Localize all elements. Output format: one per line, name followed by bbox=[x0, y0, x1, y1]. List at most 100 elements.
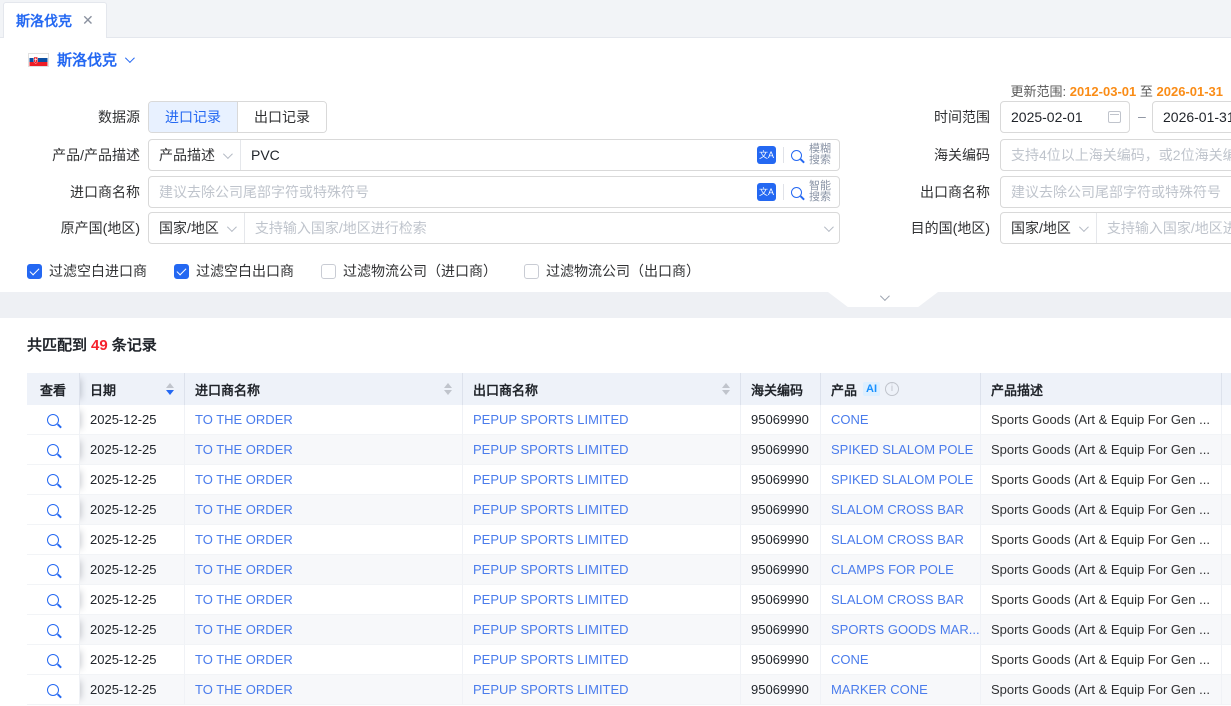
destination-input[interactable] bbox=[1097, 213, 1231, 243]
view-magnifier-icon[interactable] bbox=[47, 444, 59, 456]
result-count: 49 bbox=[87, 337, 112, 354]
checkbox-unchecked-icon[interactable] bbox=[524, 264, 539, 279]
filter-logistics-exporter[interactable]: 过滤物流公司（出口商） bbox=[524, 261, 700, 281]
date-end-input[interactable]: 2026-01-31 bbox=[1152, 101, 1231, 133]
translate-icon[interactable]: 文A bbox=[757, 146, 776, 164]
exporter-link[interactable]: PEPUP SPORTS LIMITED bbox=[463, 585, 741, 615]
exporter-link[interactable]: PEPUP SPORTS LIMITED bbox=[463, 495, 741, 525]
importer-link[interactable]: TO THE ORDER bbox=[185, 495, 463, 525]
date-cell: 2025-12-25 bbox=[80, 645, 185, 675]
importer-suffix: 文A 智能搜索 bbox=[753, 177, 839, 207]
view-magnifier-icon[interactable] bbox=[47, 594, 59, 606]
description-cell: Sports Goods (Art & Equip For Gen ... bbox=[981, 405, 1222, 435]
product-link[interactable]: CLAMPS FOR POLE bbox=[821, 555, 981, 585]
product-link[interactable]: SPIKED SLALOM POLE bbox=[821, 465, 981, 495]
view-magnifier-icon[interactable] bbox=[47, 414, 59, 426]
table-body: 2025-12-25 TO THE ORDER PEPUP SPORTS LIM… bbox=[27, 405, 1231, 705]
data-source-toggle: 进口记录 出口记录 bbox=[148, 101, 327, 133]
importer-link[interactable]: TO THE ORDER bbox=[185, 675, 463, 705]
fuzzy-search-icon[interactable] bbox=[791, 150, 802, 161]
truncated-cell: … bbox=[1222, 405, 1231, 435]
product-search-input[interactable] bbox=[241, 140, 753, 170]
col-hs-code: 海关编码 bbox=[741, 373, 821, 405]
view-magnifier-icon[interactable] bbox=[47, 564, 59, 576]
view-magnifier-icon[interactable] bbox=[47, 504, 59, 516]
col-product: 产品 AI i bbox=[821, 373, 981, 405]
importer-link[interactable]: TO THE ORDER bbox=[185, 645, 463, 675]
description-cell: Sports Goods (Art & Equip For Gen ... bbox=[981, 645, 1222, 675]
exporter-link[interactable]: PEPUP SPORTS LIMITED bbox=[463, 435, 741, 465]
date-start-input[interactable]: 2025-02-01 bbox=[1000, 101, 1130, 133]
checkbox-checked-icon[interactable] bbox=[174, 264, 189, 279]
view-magnifier-icon[interactable] bbox=[47, 474, 59, 486]
product-field-select[interactable]: 产品描述 bbox=[149, 140, 241, 170]
country-selector[interactable]: 斯洛伐克 bbox=[28, 49, 132, 70]
description-cell: Sports Goods (Art & Equip For Gen ... bbox=[981, 495, 1222, 525]
importer-link[interactable]: TO THE ORDER bbox=[185, 525, 463, 555]
product-link[interactable]: CONE bbox=[821, 645, 981, 675]
destination-select[interactable]: 国家/地区 bbox=[1001, 213, 1097, 243]
sort-date-button[interactable] bbox=[158, 383, 174, 395]
close-icon[interactable]: ✕ bbox=[82, 12, 94, 29]
import-records-tab[interactable]: 进口记录 bbox=[149, 102, 237, 132]
smart-search-label[interactable]: 智能搜索 bbox=[809, 181, 831, 203]
view-magnifier-icon[interactable] bbox=[47, 534, 59, 546]
product-link[interactable]: CONE bbox=[821, 405, 981, 435]
product-link[interactable]: SPIKED SLALOM POLE bbox=[821, 435, 981, 465]
exporter-input[interactable] bbox=[1001, 177, 1231, 207]
product-link[interactable]: SLALOM CROSS BAR bbox=[821, 495, 981, 525]
product-suffix: 文A 模糊搜索 bbox=[753, 140, 839, 170]
exporter-link[interactable]: PEPUP SPORTS LIMITED bbox=[463, 675, 741, 705]
sort-exporter-button[interactable] bbox=[714, 383, 730, 395]
view-magnifier-icon[interactable] bbox=[47, 624, 59, 636]
importer-input[interactable] bbox=[149, 177, 753, 207]
update-range: 更新范围: 2012-03-01 至 2026-01-31 bbox=[1010, 81, 1223, 100]
product-link[interactable]: SLALOM CROSS BAR bbox=[821, 525, 981, 555]
filter-blank-exporter[interactable]: 过滤空白出口商 bbox=[174, 261, 294, 281]
description-cell: Sports Goods (Art & Equip For Gen ... bbox=[981, 525, 1222, 555]
importer-link[interactable]: TO THE ORDER bbox=[185, 615, 463, 645]
importer-link[interactable]: TO THE ORDER bbox=[185, 585, 463, 615]
view-magnifier-icon[interactable] bbox=[47, 654, 59, 666]
table-row: 2025-12-25 TO THE ORDER PEPUP SPORTS LIM… bbox=[27, 615, 1231, 645]
date-cell: 2025-12-25 bbox=[80, 465, 185, 495]
fuzzy-search-label[interactable]: 模糊搜索 bbox=[809, 144, 831, 166]
col-truncated bbox=[1222, 373, 1231, 405]
date-start-value: 2025-02-01 bbox=[1011, 109, 1102, 125]
sort-importer-button[interactable] bbox=[436, 383, 452, 395]
origin-select[interactable]: 国家/地区 bbox=[149, 213, 245, 243]
hs-code-input[interactable] bbox=[1001, 140, 1231, 170]
translate-icon[interactable]: 文A bbox=[757, 183, 776, 201]
importer-link[interactable]: TO THE ORDER bbox=[185, 465, 463, 495]
checkbox-unchecked-icon[interactable] bbox=[321, 264, 336, 279]
exporter-link[interactable]: PEPUP SPORTS LIMITED bbox=[463, 465, 741, 495]
origin-input[interactable] bbox=[245, 213, 820, 243]
importer-link[interactable]: TO THE ORDER bbox=[185, 405, 463, 435]
tab-slovakia[interactable]: 斯洛伐克 ✕ bbox=[3, 2, 107, 38]
export-records-tab[interactable]: 出口记录 bbox=[237, 102, 326, 132]
exporter-link[interactable]: PEPUP SPORTS LIMITED bbox=[463, 405, 741, 435]
smart-search-icon[interactable] bbox=[791, 187, 802, 198]
truncated-cell: … bbox=[1222, 615, 1231, 645]
product-link[interactable]: SPORTS GOODS MAR... bbox=[821, 615, 981, 645]
importer-link[interactable]: TO THE ORDER bbox=[185, 435, 463, 465]
exporter-link[interactable]: PEPUP SPORTS LIMITED bbox=[463, 525, 741, 555]
product-link[interactable]: MARKER CONE bbox=[821, 675, 981, 705]
description-cell: Sports Goods (Art & Equip For Gen ... bbox=[981, 615, 1222, 645]
filter-logistics-importer[interactable]: 过滤物流公司（进口商） bbox=[321, 261, 497, 281]
origin-label: 原产国(地区) bbox=[0, 212, 140, 244]
product-link[interactable]: SLALOM CROSS BAR bbox=[821, 585, 981, 615]
info-icon[interactable]: i bbox=[885, 382, 899, 396]
checkbox-checked-icon[interactable] bbox=[27, 264, 42, 279]
exporter-link[interactable]: PEPUP SPORTS LIMITED bbox=[463, 555, 741, 585]
table-row: 2025-12-25 TO THE ORDER PEPUP SPORTS LIM… bbox=[27, 675, 1231, 705]
view-magnifier-icon[interactable] bbox=[47, 684, 59, 696]
exporter-link[interactable]: PEPUP SPORTS LIMITED bbox=[463, 645, 741, 675]
hs-code-cell: 95069990 bbox=[741, 465, 821, 495]
filter-blank-importer[interactable]: 过滤空白进口商 bbox=[27, 261, 147, 281]
exporter-link[interactable]: PEPUP SPORTS LIMITED bbox=[463, 615, 741, 645]
importer-link[interactable]: TO THE ORDER bbox=[185, 555, 463, 585]
slovakia-flag-icon bbox=[28, 53, 49, 67]
description-cell: Sports Goods (Art & Equip For Gen ... bbox=[981, 465, 1222, 495]
truncated-cell: … bbox=[1222, 585, 1231, 615]
